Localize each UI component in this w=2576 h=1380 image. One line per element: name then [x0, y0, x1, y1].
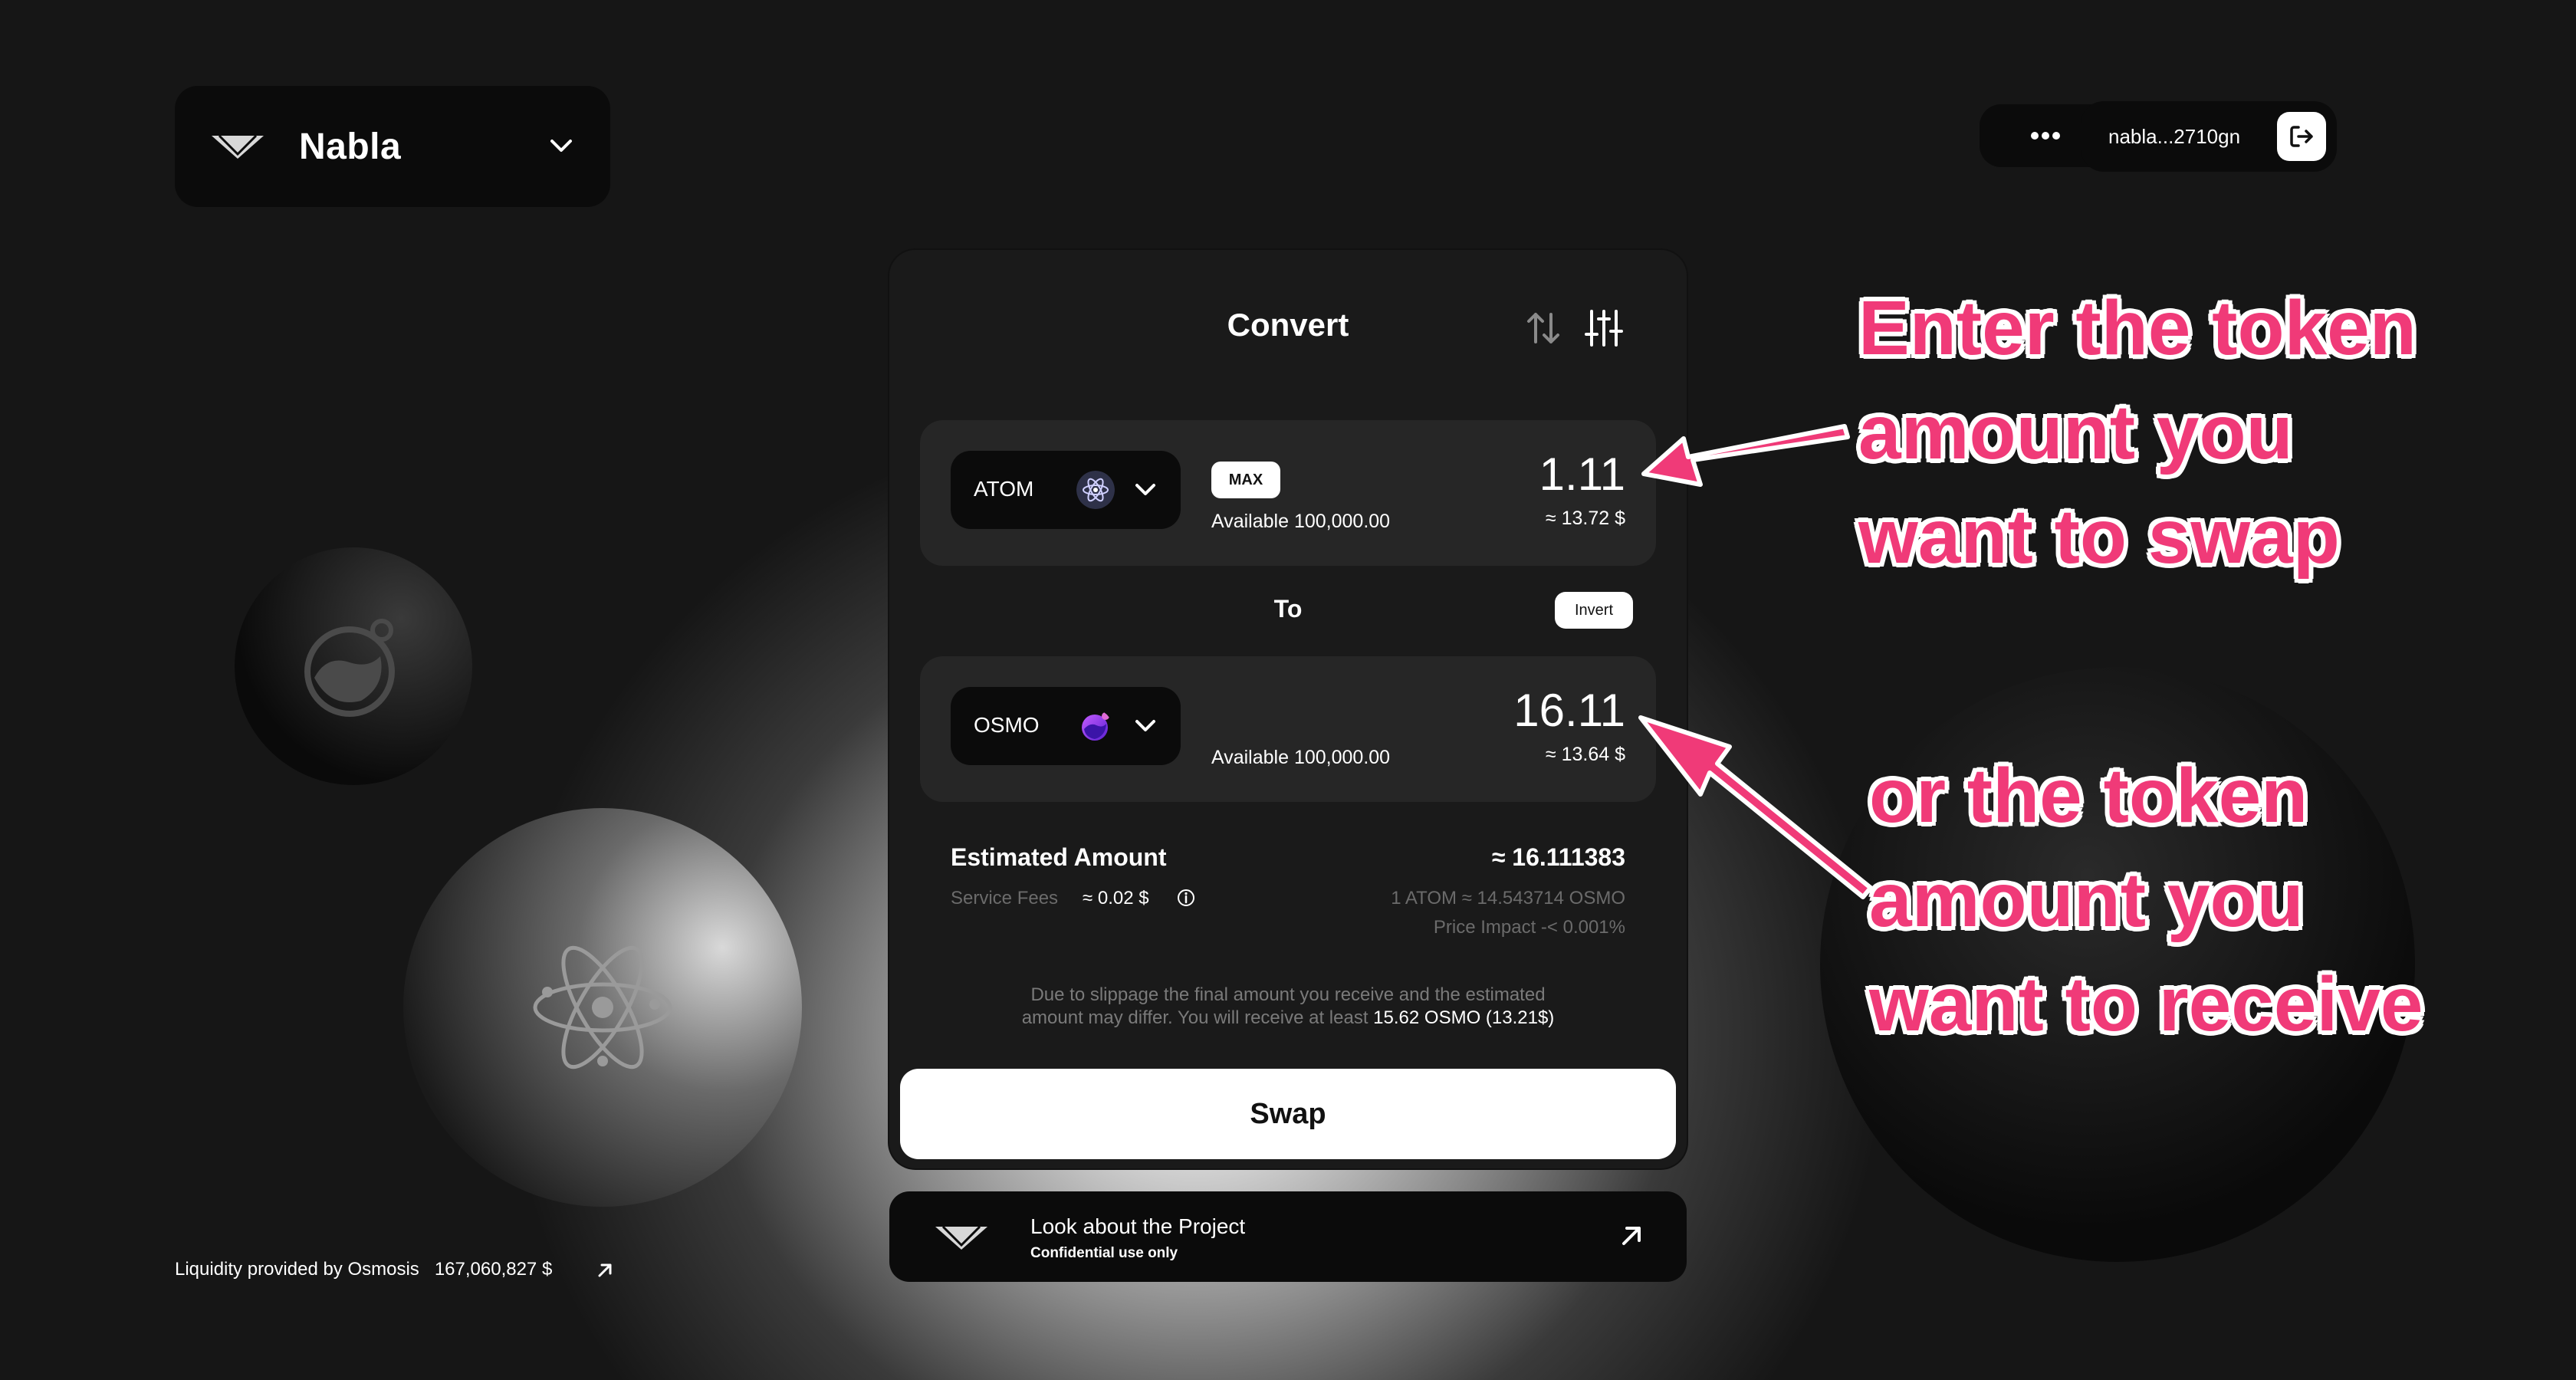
price-impact: Price Impact -< 0.001% [1433, 917, 1625, 938]
network-selector[interactable]: Nabla [175, 86, 610, 207]
annotation-enter-amount: Enter the token amount you want to swap [1858, 276, 2417, 589]
service-fees-value: ≈ 0.02 $ [1083, 888, 1149, 909]
osmosis-bubble [235, 547, 472, 785]
wallet-pill[interactable]: nabla...2710gn [2081, 101, 2337, 172]
annotation-line: amount you [1858, 389, 2293, 475]
from-token-selector[interactable]: ATOM [951, 451, 1181, 529]
swap-button[interactable]: Swap [900, 1069, 1676, 1159]
atom-token-icon [1076, 471, 1115, 509]
convert-title: Convert [1227, 307, 1349, 343]
osmosis-logo-icon [304, 619, 395, 717]
from-usd-value: ≈ 13.72 $ [1545, 508, 1625, 529]
to-token-panel: OSMO Available 100,000.00 16.11 ≈ 13.64 … [920, 656, 1656, 802]
osmo-token-icon [1082, 712, 1109, 741]
to-token-name: OSMO [974, 713, 1040, 737]
invert-button[interactable]: Invert [1555, 592, 1633, 629]
logout-icon [2290, 126, 2313, 147]
service-fees-label: Service Fees [951, 888, 1059, 909]
settings-sliders-icon[interactable] [1584, 308, 1624, 348]
from-token-name: ATOM [974, 477, 1034, 501]
annotation-receive-amount: or the token amount you want to receive [1869, 744, 2423, 1056]
sort-arrows-icon[interactable] [1524, 308, 1562, 348]
max-button[interactable]: MAX [1211, 462, 1280, 498]
convert-card: Convert ATOM MAX Available 100,000.00 1.… [889, 250, 1687, 1168]
to-available-balance: Available 100,000.00 [1211, 747, 1391, 768]
nabla-logo-icon [212, 134, 264, 159]
chevron-down-icon [1135, 484, 1155, 495]
annotation-line: want to receive [1869, 961, 2423, 1047]
annotation-line: or the token [1869, 753, 2308, 839]
info-icon[interactable] [1176, 888, 1196, 908]
to-token-selector[interactable]: OSMO [951, 687, 1181, 765]
slippage-notice-line1: Due to slippage the final amount you rec… [1030, 984, 1546, 1005]
annotation-line: amount you [1869, 857, 2304, 943]
from-amount-input[interactable]: 1.11 [1539, 448, 1625, 501]
slippage-notice-line2: amount may differ. You will receive at l… [889, 1007, 1687, 1029]
chevron-down-icon [1135, 720, 1155, 731]
project-link-bar[interactable]: Look about the Project Confidential use … [889, 1191, 1687, 1282]
project-title: Look about the Project [1030, 1214, 1246, 1238]
logout-button[interactable] [2277, 112, 2326, 161]
project-subtitle: Confidential use only [1030, 1245, 1178, 1261]
annotation-line: Enter the token [1858, 285, 2417, 371]
exchange-rate: 1 ATOM ≈ 14.543714 OSMO [1391, 888, 1625, 909]
chevron-down-icon [550, 140, 572, 152]
liquidity-value: 167,060,827 $ [434, 1259, 553, 1280]
to-amount-input[interactable]: 16.11 [1513, 684, 1625, 737]
brand-name: Nabla [299, 126, 402, 167]
cosmos-atom-icon [533, 945, 672, 1070]
ellipsis-icon [2031, 132, 2060, 140]
liquidity-info: Liquidity provided by Osmosis 167,060,827… [175, 1259, 552, 1280]
nabla-logo-icon [935, 1225, 987, 1250]
external-arrow-icon [1622, 1227, 1641, 1245]
cosmos-bubble [403, 808, 802, 1207]
to-usd-value: ≈ 13.64 $ [1545, 744, 1625, 765]
from-available-balance: Available 100,000.00 [1211, 511, 1391, 532]
minimum-received: 15.62 OSMO (13.21$) [1373, 1007, 1555, 1028]
estimated-amount-value: ≈ 16.111383 [1491, 843, 1625, 871]
estimated-amount-label: Estimated Amount [951, 843, 1167, 871]
wallet-address: nabla...2710gn [2108, 124, 2241, 148]
liquidity-label: Liquidity provided by Osmosis [175, 1259, 419, 1280]
slippage-notice-text: amount may differ. You will receive at l… [1021, 1007, 1368, 1028]
annotation-line: want to swap [1858, 494, 2340, 580]
external-arrow-icon[interactable] [595, 1260, 615, 1280]
from-token-panel: ATOM MAX Available 100,000.00 1.11 ≈ 13.… [920, 420, 1656, 566]
